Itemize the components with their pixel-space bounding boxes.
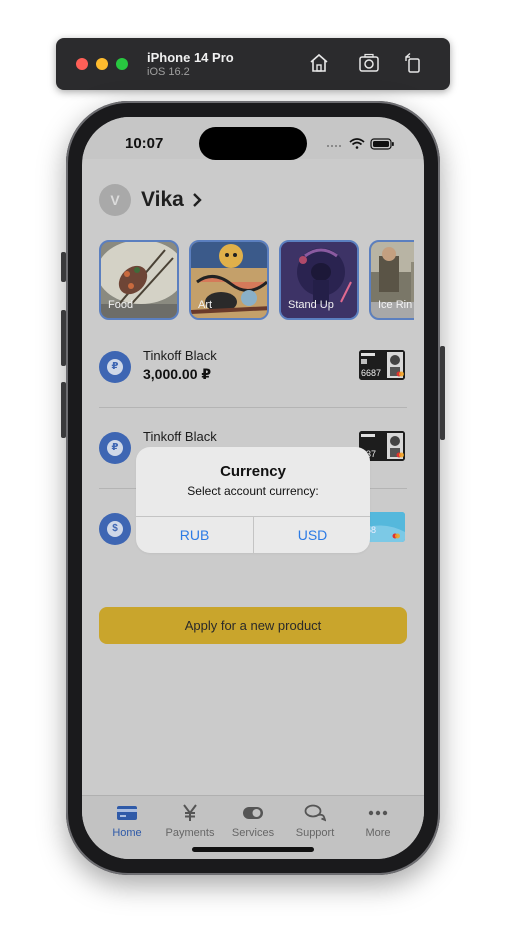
status-icons (327, 138, 394, 150)
story-label: Stand Up (288, 299, 334, 311)
simulator-toolbar: iPhone 14 Pro iOS 16.2 (56, 38, 450, 90)
home-icon (310, 53, 328, 72)
account-row[interactable]: ₽ Tinkoff Black 3,000.00 ₽ 6687 (99, 348, 407, 388)
divider (99, 407, 407, 408)
wifi-icon (349, 138, 365, 149)
rub-button[interactable]: RUB (136, 517, 253, 553)
os-version: iOS 16.2 (147, 66, 190, 78)
account-balance: 3,000.00 ₽ (143, 366, 212, 382)
account-name: Tinkoff Black (143, 429, 217, 444)
volume-down-button (61, 382, 66, 438)
home-indicator (192, 847, 314, 852)
story-label: Ice Rin (378, 299, 413, 311)
power-button (440, 346, 445, 440)
tab-label: Payments (165, 827, 215, 839)
chat-icon (304, 804, 326, 822)
tab-services[interactable]: Services (221, 804, 285, 844)
toggle-icon (243, 807, 263, 819)
volume-up-button (61, 310, 66, 366)
rotate-button[interactable] (401, 51, 425, 75)
ruble-icon: ₽ (99, 432, 131, 464)
dollar-icon: $ (99, 513, 131, 545)
alert-title: Currency (220, 463, 286, 480)
rotate-icon (405, 52, 420, 73)
zoom-window-button[interactable] (116, 58, 128, 70)
home-button[interactable] (307, 51, 331, 75)
tab-label: Home (112, 827, 142, 839)
tab-label: More (365, 827, 391, 839)
phone-screen: 10:07 V Vika Food Art Stand Up Ice Rin ₽… (82, 117, 424, 859)
tab-label: Services (231, 827, 275, 839)
story-label: Food (108, 299, 134, 311)
alert-message: Select account currency: (187, 484, 319, 498)
story-label: Art (198, 299, 213, 311)
currency-alert-dialog: Currency Select account currency: RUB US… (136, 447, 370, 553)
screenshot-button[interactable] (357, 51, 381, 75)
card-icon (117, 806, 137, 820)
tab-more[interactable]: More (346, 804, 410, 844)
tab-home[interactable]: Home (95, 804, 159, 844)
tab-payments[interactable]: Payments (158, 804, 222, 844)
device-name: iPhone 14 Pro (147, 50, 234, 65)
tab-label: Support (295, 827, 335, 839)
chevron-right-icon[interactable] (190, 192, 204, 208)
close-window-button[interactable] (76, 58, 88, 70)
dynamic-island (199, 127, 307, 160)
account-name: Tinkoff Black (143, 348, 217, 363)
ruble-icon: ₽ (99, 351, 131, 383)
avatar[interactable]: V (99, 184, 131, 216)
story-stand-up[interactable]: Stand Up (279, 240, 359, 320)
battery-icon (370, 138, 394, 150)
minimize-window-button[interactable] (96, 58, 108, 70)
yen-icon (183, 804, 197, 821)
apply-new-product-button[interactable]: Apply for a new product (99, 607, 407, 644)
ellipsis-icon (368, 810, 388, 816)
action-button (61, 252, 66, 282)
card-last4: 6687 (361, 368, 382, 378)
story-ice-rink[interactable]: Ice Rin (369, 240, 414, 320)
tab-support[interactable]: Support (283, 804, 347, 844)
story-art[interactable]: Art (189, 240, 269, 320)
stories-carousel[interactable]: Food Art Stand Up Ice Rin (99, 240, 414, 324)
profile-name[interactable]: Vika (141, 188, 184, 212)
camera-icon (359, 53, 379, 72)
cellular-signal-icon (327, 145, 341, 147)
card-thumbnail: 6687 (359, 350, 405, 380)
story-food[interactable]: Food (99, 240, 179, 320)
usd-button[interactable]: USD (254, 517, 370, 553)
status-time: 10:07 (125, 135, 164, 152)
